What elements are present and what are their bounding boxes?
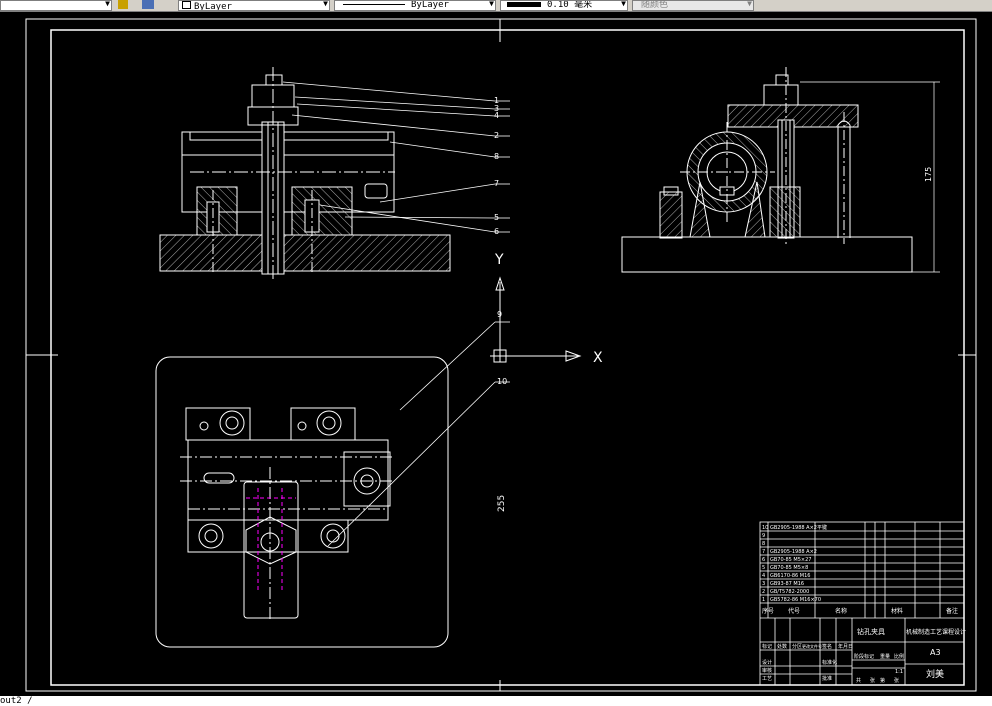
header-notes: 备注 xyxy=(946,607,958,615)
command-line[interactable]: out2 / xyxy=(0,696,992,706)
front-view xyxy=(159,67,451,280)
parts-row-code: GB2905-1988 A×2 xyxy=(770,549,817,555)
drawn-by: 刘美 xyxy=(926,668,944,680)
balloon-2: 2 xyxy=(494,131,499,140)
parts-row-no: 9 xyxy=(762,533,765,539)
parts-row-no: 3 xyxy=(762,581,765,587)
ucs-icon xyxy=(490,276,582,363)
lineweight-preview-icon xyxy=(507,2,541,7)
drawing-canvas[interactable]: 1 3 4 2 8 7 5 6 9 10 175 Y X 255 10 GB29… xyxy=(0,12,992,696)
top-view xyxy=(155,356,449,648)
title-block xyxy=(759,521,965,686)
parts-row-code: GB70-85 M5×27 xyxy=(770,557,811,563)
parts-row-no: 2 xyxy=(762,589,765,595)
sheet-label: 第 xyxy=(880,677,885,684)
chevron-down-icon: ▼ xyxy=(747,0,752,8)
linetype-control[interactable]: ByLayer ▼ xyxy=(178,0,330,11)
color-control[interactable]: ▼ xyxy=(0,0,112,11)
linetype-preview-control[interactable]: ByLayer ▼ xyxy=(334,0,496,11)
stage-label: 阶段标记 xyxy=(854,653,874,660)
title-block-label: 分区 xyxy=(792,643,802,650)
header-material: 材料 xyxy=(891,607,903,615)
command-line-text: out2 / xyxy=(0,696,33,706)
title-block-label: 更改文件号 xyxy=(802,643,822,649)
title-block-label: 设计 xyxy=(762,659,772,666)
parts-row-code: GB2905-1988 A×2 xyxy=(770,525,817,531)
parts-row-name: 平键 xyxy=(817,524,827,531)
balloon-6: 6 xyxy=(494,227,499,236)
sheet-size: A3 xyxy=(930,648,941,657)
title-block-label: 年月日 xyxy=(838,643,853,650)
dimension-175: 175 xyxy=(924,167,933,182)
header-code: 代号 xyxy=(788,607,800,615)
company-name: 机械制造工艺课程设计 xyxy=(906,628,966,636)
chevron-down-icon: ▼ xyxy=(105,0,110,8)
parts-row-no: 10 xyxy=(762,525,768,531)
parts-row-no: 6 xyxy=(762,557,765,563)
plotstyle-label: 随颜色 xyxy=(641,0,669,10)
linetype-control-label: ByLayer xyxy=(194,2,232,11)
drawing-name: 钻孔夹具 xyxy=(857,627,885,636)
lineweight-label: 0.10 毫米 xyxy=(547,0,593,10)
sheet-label: 共 xyxy=(856,677,861,684)
parts-row-no: 5 xyxy=(762,565,765,571)
parts-row-code: GB/T5782-2000 xyxy=(770,589,809,595)
balloon-labels: 1 3 4 2 8 7 5 6 9 10 xyxy=(494,96,507,386)
header-no: 序号 xyxy=(762,607,774,615)
leader-lines xyxy=(282,81,510,547)
chevron-down-icon: ▼ xyxy=(621,0,626,8)
stage-label: 重量 xyxy=(880,653,890,660)
linetype-preview-label: ByLayer xyxy=(411,0,449,10)
properties-toolbar: ▼ ByLayer ▼ ByLayer ▼ 0.10 毫米 ▼ 随颜色 ▼ xyxy=(0,0,992,12)
parts-row-code: GB5782-86 M16×70 xyxy=(770,597,821,603)
title-block-label: 标记 xyxy=(762,643,772,650)
stage-label: 比例 xyxy=(894,653,904,660)
title-block-label: 处数 xyxy=(777,643,787,650)
dimension-255: 255 xyxy=(497,495,507,512)
sheet-label: 张 xyxy=(894,677,899,684)
title-block-label: 工艺 xyxy=(762,676,772,682)
title-block-headers: 序号 代号 名称 材料 备注 钻孔夹具 机械制造工艺课程设计 A3 刘美 1:1… xyxy=(762,607,966,684)
chevron-down-icon: ▼ xyxy=(489,0,494,8)
parts-row-code: GB93-87 M16 xyxy=(770,581,804,587)
balloon-10: 10 xyxy=(497,377,507,386)
layer-states-icon[interactable] xyxy=(142,0,154,9)
balloon-4: 4 xyxy=(494,111,499,120)
title-block-label: 签名 xyxy=(822,643,832,650)
header-name: 名称 xyxy=(835,607,847,615)
axis-x-label: X xyxy=(593,350,603,366)
parts-row-no: 7 xyxy=(762,549,765,555)
title-block-text: 10 GB2905-1988 A×2 平键 9 8 7 GB2905-1988 … xyxy=(762,524,827,603)
hidden-lines-magenta xyxy=(246,488,296,592)
side-view xyxy=(621,67,940,273)
lineweight-control[interactable]: 0.10 毫米 ▼ xyxy=(500,0,628,11)
line-preview-icon xyxy=(343,4,405,5)
scale-value: 1:1 xyxy=(895,669,903,675)
parts-row-no: 4 xyxy=(762,573,765,579)
axis-y-label: Y xyxy=(494,252,504,268)
parts-row-code: GB6170-86 M16 xyxy=(770,573,810,579)
title-block-label: 审核 xyxy=(762,667,772,674)
parts-row-code: GB70-85 M5×8 xyxy=(770,565,808,571)
title-block-label: 批准 xyxy=(822,675,832,682)
balloon-7: 7 xyxy=(494,179,499,188)
parts-row-no: 8 xyxy=(762,541,765,547)
layer-icon[interactable] xyxy=(118,0,128,9)
title-block-label: 标准化 xyxy=(822,659,837,666)
balloon-5: 5 xyxy=(494,213,499,222)
balloon-8: 8 xyxy=(494,152,499,161)
chevron-down-icon: ▼ xyxy=(323,0,328,8)
sheet-label: 张 xyxy=(870,677,875,684)
linetype-color-swatch-icon xyxy=(182,1,191,9)
plotstyle-control[interactable]: 随颜色 ▼ xyxy=(632,0,754,11)
parts-row-no: 1 xyxy=(762,597,765,603)
